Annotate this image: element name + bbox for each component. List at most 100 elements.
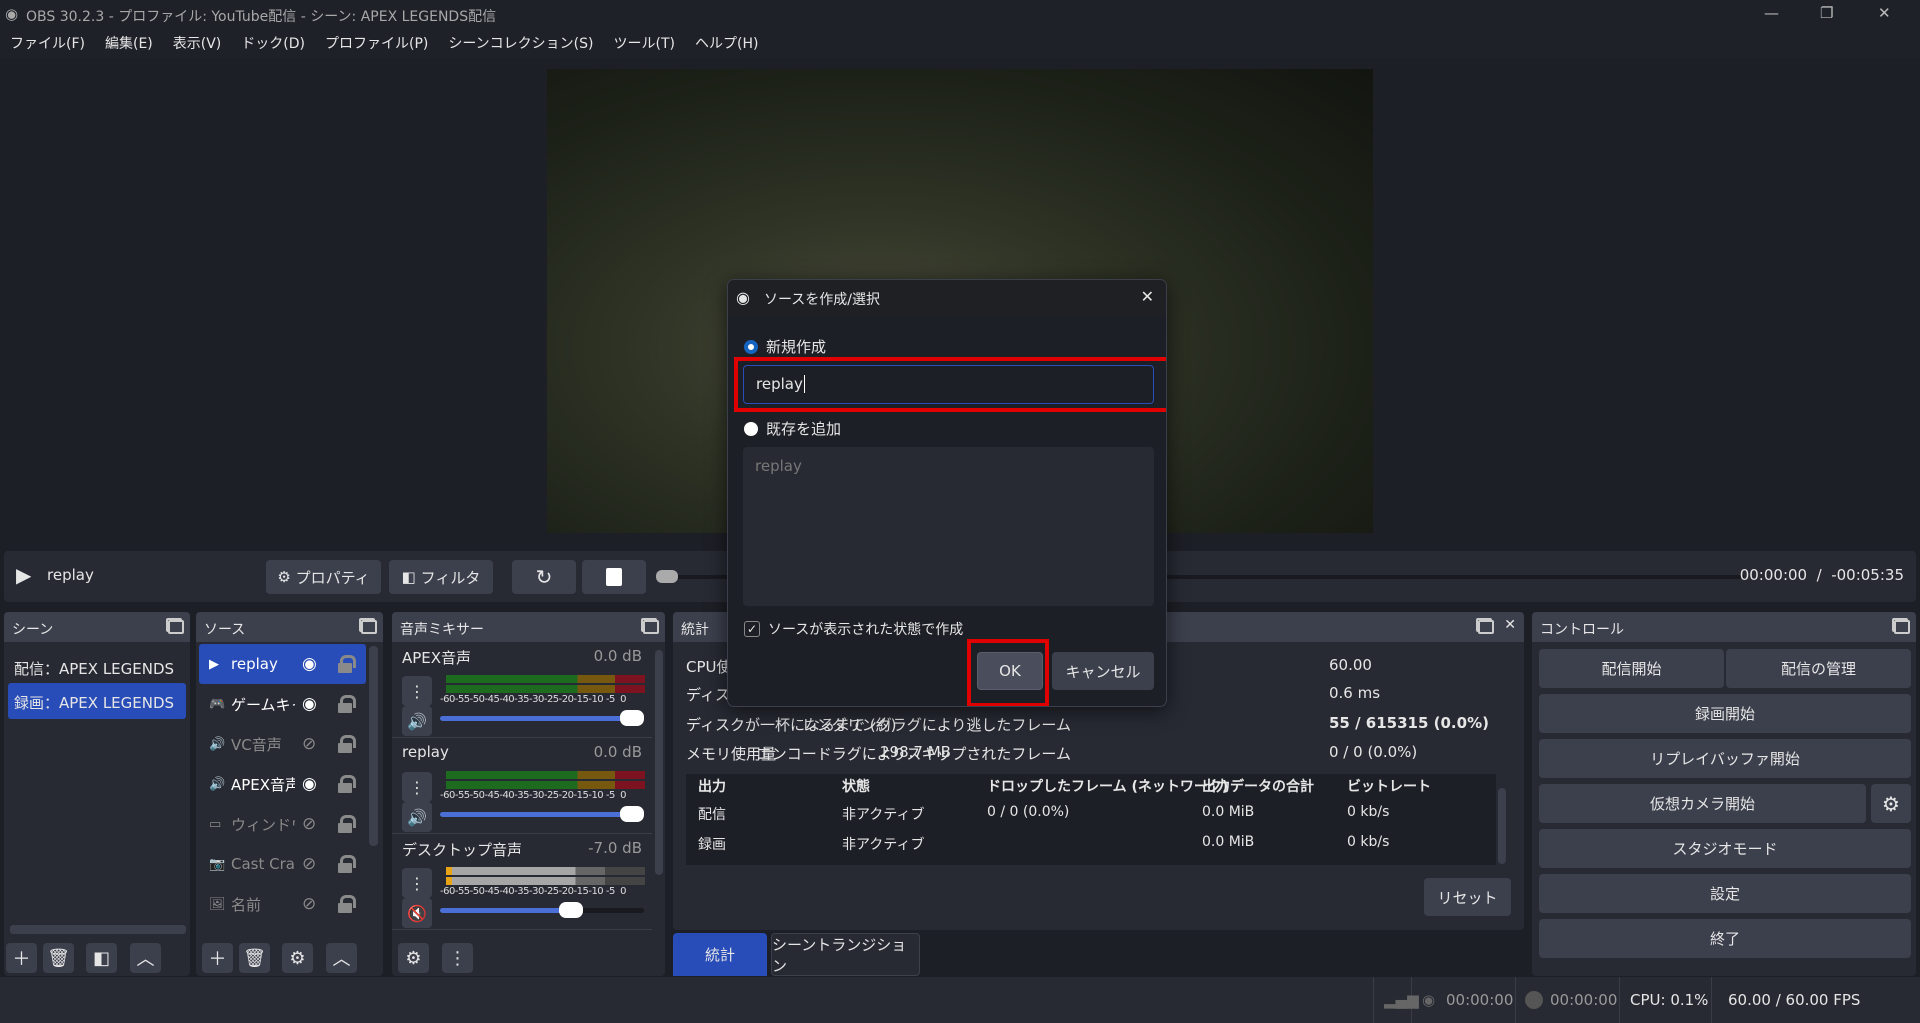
restore-button[interactable]: ❐	[1820, 4, 1833, 22]
minimize-button[interactable]: —	[1764, 4, 1779, 22]
tab-stats[interactable]: 統計	[673, 933, 767, 976]
lock-icon[interactable]	[338, 855, 356, 873]
lock-icon[interactable]	[338, 895, 356, 913]
undock-icon[interactable]	[1476, 618, 1494, 634]
menu-file[interactable]: ファイル(F)	[10, 30, 85, 58]
fader-thumb[interactable]	[620, 710, 644, 726]
stream-time: 00:00:00	[1446, 991, 1514, 1009]
move-source-up-button[interactable]: ︿	[326, 943, 357, 973]
eye-hidden-icon[interactable]: ⊘	[302, 814, 316, 834]
volume-fader[interactable]	[440, 902, 644, 918]
add-source-button[interactable]: ＋	[202, 943, 233, 973]
start-replay-buffer-button[interactable]: リプレイバッファ開始	[1539, 739, 1911, 778]
lock-icon[interactable]	[338, 655, 356, 673]
stop-button[interactable]	[582, 560, 646, 594]
restart-button[interactable]: ↻	[512, 560, 576, 594]
source-item[interactable]: ▭ ウィンドウキ ⊘	[199, 804, 366, 844]
menu-profile[interactable]: プロファイル(P)	[325, 30, 428, 58]
create-new-radio[interactable]: 新規作成	[744, 336, 826, 357]
table-cell: 配信	[698, 807, 726, 823]
existing-sources-list[interactable]: replay	[743, 447, 1154, 606]
start-stream-button[interactable]: 配信開始	[1539, 649, 1724, 688]
close-button[interactable]: ✕	[1878, 4, 1891, 22]
lock-icon[interactable]	[338, 815, 356, 833]
source-item[interactable]: 🔊 APEX音声 ◉	[199, 764, 366, 804]
source-item[interactable]: 🎮 ゲームキャプ ◉	[199, 684, 366, 724]
eye-hidden-icon[interactable]: ⊘	[302, 734, 316, 754]
source-item[interactable]: ▶ replay ◉	[199, 644, 366, 684]
remove-scene-button[interactable]: 🗑	[43, 943, 74, 973]
horizontal-scrollbar[interactable]	[10, 925, 186, 934]
table-header: ビットレート	[1347, 779, 1431, 795]
mute-button[interactable]: 🔊	[402, 802, 432, 832]
channel-menu-button[interactable]: ⋮	[402, 868, 432, 898]
existing-source-item[interactable]: replay	[755, 457, 802, 475]
scene-filters-button[interactable]: ◧	[86, 943, 117, 973]
source-item[interactable]: 🖼 名前 ⊘	[199, 884, 366, 924]
source-item[interactable]: 🔊 VC音声 ⊘	[199, 724, 366, 764]
menu-tools[interactable]: ツール(T)	[614, 30, 675, 58]
mute-button[interactable]: 🔇	[402, 898, 432, 928]
undock-icon[interactable]	[641, 618, 659, 634]
visible-checkbox[interactable]: ✓ ソースが表示された状態で作成	[744, 619, 963, 639]
undock-icon[interactable]	[1892, 618, 1910, 634]
volume-fader[interactable]	[440, 710, 644, 726]
studio-mode-button[interactable]: スタジオモード	[1539, 829, 1911, 868]
mixer-scrollbar[interactable]	[655, 650, 663, 875]
window-title: OBS 30.2.3 - プロファイル: YouTube配信 - シーン: AP…	[26, 9, 497, 25]
channel-name: APEX音声	[402, 649, 472, 667]
dialog-close-button[interactable]: ✕	[1141, 287, 1154, 306]
menu-edit[interactable]: 編集(E)	[105, 30, 153, 58]
fader-thumb[interactable]	[620, 806, 644, 822]
mute-button[interactable]: 🔊	[402, 706, 432, 736]
properties-label: プロパティ	[295, 568, 370, 587]
exit-button[interactable]: 終了	[1539, 919, 1911, 958]
channel-menu-button[interactable]: ⋮	[402, 676, 432, 706]
filters-button[interactable]: ◧ フィルタ	[389, 560, 493, 594]
source-name-input[interactable]: replay	[743, 365, 1154, 404]
fader-thumb[interactable]	[558, 902, 583, 918]
start-recording-button[interactable]: 録画開始	[1539, 694, 1911, 733]
play-icon[interactable]: ▶	[16, 563, 31, 587]
start-virtual-camera-button[interactable]: 仮想カメラ開始	[1539, 784, 1866, 823]
menu-dock[interactable]: ドック(D)	[241, 30, 305, 58]
advanced-audio-button[interactable]: ⚙	[398, 943, 429, 973]
channel-menu-button[interactable]: ⋮	[402, 772, 432, 802]
menu-view[interactable]: 表示(V)	[173, 30, 222, 58]
lock-icon[interactable]	[338, 775, 356, 793]
virtual-camera-settings-button[interactable]: ⚙	[1871, 784, 1911, 823]
source-item[interactable]: 📷 Cast Craft ⊘	[199, 844, 366, 884]
add-existing-radio[interactable]: 既存を追加	[744, 418, 841, 439]
sources-scrollbar[interactable]	[369, 646, 378, 846]
scene-item[interactable]: 配信：APEX LEGENDS	[8, 650, 186, 684]
lock-icon[interactable]	[338, 735, 356, 753]
manage-stream-button[interactable]: 配信の管理	[1726, 649, 1911, 688]
tab-scene-transitions[interactable]: シーントランジション	[771, 933, 920, 976]
menu-scene-collection[interactable]: シーンコレクション(S)	[448, 30, 593, 58]
remove-source-button[interactable]: 🗑	[239, 943, 270, 973]
add-scene-button[interactable]: ＋	[6, 943, 37, 973]
source-properties-button[interactable]: ⚙	[282, 943, 313, 973]
close-icon[interactable]: ✕	[1504, 617, 1516, 633]
scene-item-selected[interactable]: 録画：APEX LEGENDS	[8, 683, 186, 719]
cancel-button[interactable]: キャンセル	[1052, 652, 1154, 690]
seek-thumb[interactable]	[656, 570, 678, 583]
menu-help[interactable]: ヘルプ(H)	[695, 30, 758, 58]
undock-icon[interactable]	[166, 618, 184, 634]
settings-button[interactable]: 設定	[1539, 874, 1911, 913]
eye-icon[interactable]: ◉	[302, 774, 317, 794]
reset-button[interactable]: リセット	[1424, 878, 1511, 916]
properties-button[interactable]: ⚙ プロパティ	[266, 560, 381, 594]
volume-fader[interactable]	[440, 806, 644, 822]
eye-icon[interactable]: ◉	[302, 694, 317, 714]
ok-button[interactable]: OK	[977, 652, 1043, 690]
eye-hidden-icon[interactable]: ⊘	[302, 894, 316, 914]
mixer-menu-button[interactable]: ⋮	[442, 943, 473, 973]
window-icon: ▭	[209, 816, 222, 832]
move-scene-up-button[interactable]: ︿	[130, 943, 161, 973]
table-scrollbar[interactable]	[1498, 788, 1506, 864]
eye-icon[interactable]: ◉	[302, 654, 317, 674]
eye-hidden-icon[interactable]: ⊘	[302, 854, 316, 874]
lock-icon[interactable]	[338, 695, 356, 713]
undock-icon[interactable]	[359, 618, 377, 634]
